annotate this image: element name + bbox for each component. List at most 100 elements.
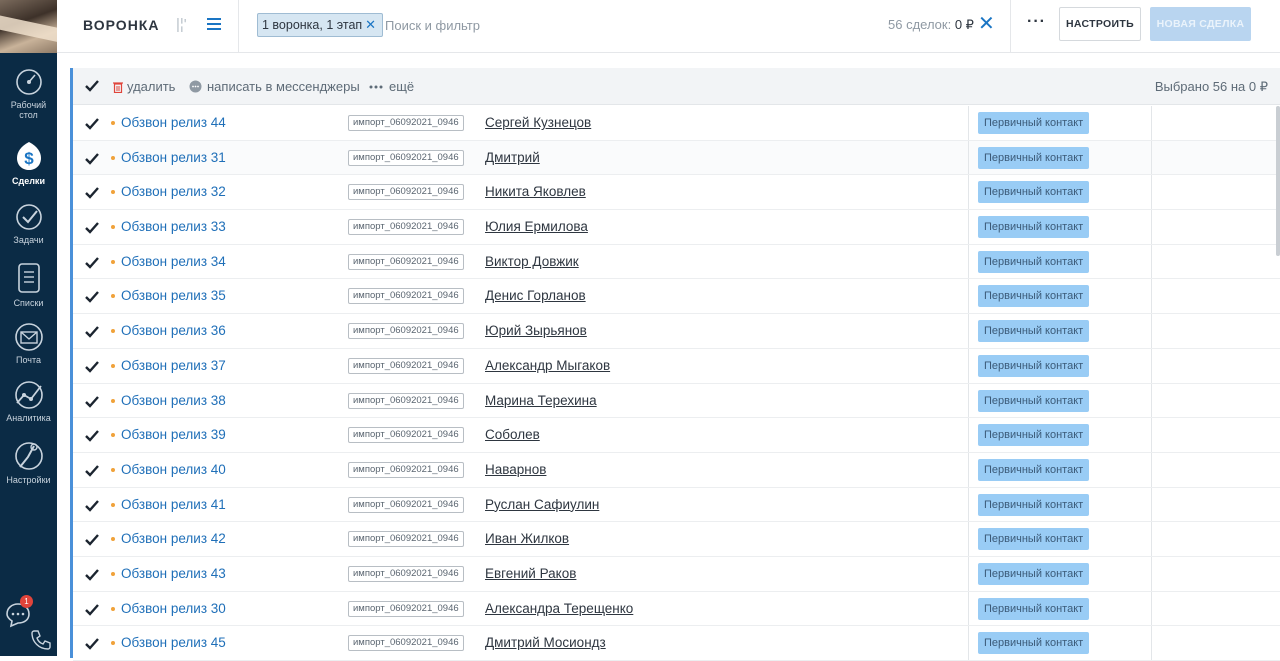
table-row[interactable]: Обзвон релиз 32 импорт_06092021_0946 Никит… bbox=[73, 175, 1280, 211]
deal-name-link[interactable]: Обзвон релиз 35 bbox=[121, 288, 226, 303]
contact-link[interactable]: Соболев bbox=[485, 427, 540, 442]
contact-link[interactable]: Юлия Ермилова bbox=[485, 219, 588, 234]
filter-chip[interactable]: 1 воронка, 1 этап ✕ bbox=[257, 13, 384, 37]
row-checkbox[interactable] bbox=[85, 603, 99, 622]
deal-name-link[interactable]: Обзвон релиз 39 bbox=[121, 427, 226, 442]
stage-badge[interactable]: Первичный контакт bbox=[978, 632, 1090, 655]
table-row[interactable]: Обзвон релиз 37 импорт_06092021_0946 Алекс… bbox=[73, 348, 1280, 384]
stage-badge[interactable]: Первичный контакт bbox=[978, 597, 1090, 620]
deal-name-link[interactable]: Обзвон релиз 30 bbox=[121, 601, 226, 616]
table-row[interactable]: Обзвон релиз 44 импорт_06092021_0946 Серге… bbox=[73, 106, 1280, 141]
deal-name-link[interactable]: Обзвон релиз 36 bbox=[121, 323, 226, 338]
new-deal-button[interactable]: НОВАЯ СДЕЛКА bbox=[1150, 7, 1251, 41]
stage-badge[interactable]: Первичный контакт bbox=[978, 216, 1090, 239]
deal-name-link[interactable]: Обзвон релиз 38 bbox=[121, 393, 226, 408]
row-checkbox[interactable] bbox=[85, 464, 99, 483]
row-checkbox[interactable] bbox=[85, 568, 99, 587]
stage-badge[interactable]: Первичный контакт bbox=[978, 181, 1090, 204]
deal-name-link[interactable]: Обзвон релиз 42 bbox=[121, 531, 226, 546]
table-row[interactable]: Обзвон релиз 33 импорт_06092021_0946 Юлия … bbox=[73, 210, 1280, 245]
import-tag[interactable]: импорт_06092021_0946 bbox=[348, 565, 464, 582]
row-checkbox[interactable] bbox=[85, 637, 99, 656]
row-checkbox[interactable] bbox=[85, 290, 99, 309]
stage-badge[interactable]: Первичный контакт bbox=[978, 528, 1090, 551]
clear-filter-icon[interactable]: ✕ bbox=[978, 13, 995, 35]
table-row[interactable]: Обзвон релиз 40 импорт_06092021_0946 Навар… bbox=[73, 452, 1280, 488]
stage-badge[interactable]: Первичный контакт bbox=[978, 354, 1090, 377]
import-tag[interactable]: импорт_06092021_0946 bbox=[348, 600, 464, 617]
import-tag[interactable]: импорт_06092021_0946 bbox=[348, 427, 464, 444]
row-checkbox[interactable] bbox=[85, 395, 99, 414]
import-tag[interactable]: импорт_06092021_0946 bbox=[348, 253, 464, 270]
import-tag[interactable]: импорт_06092021_0946 bbox=[348, 392, 464, 409]
deal-name-link[interactable]: Обзвон релиз 34 bbox=[121, 254, 226, 269]
contact-link[interactable]: Руслан Сафиулин bbox=[485, 497, 599, 512]
row-checkbox[interactable] bbox=[85, 533, 99, 552]
stage-badge[interactable]: Первичный контакт bbox=[978, 320, 1090, 343]
row-checkbox[interactable] bbox=[85, 117, 99, 136]
import-tag[interactable]: импорт_06092021_0946 bbox=[348, 357, 464, 374]
deal-name-link[interactable]: Обзвон релиз 40 bbox=[121, 462, 226, 477]
contact-link[interactable]: Иван Жилков bbox=[485, 531, 569, 546]
kanban-view-icon[interactable]: |¦' bbox=[176, 16, 187, 33]
select-all-checkbox[interactable] bbox=[85, 79, 99, 98]
contact-link[interactable]: Евгений Раков bbox=[485, 566, 576, 581]
list-view-icon[interactable] bbox=[206, 16, 222, 37]
import-tag[interactable]: импорт_06092021_0946 bbox=[348, 531, 464, 548]
deal-name-link[interactable]: Обзвон релиз 33 bbox=[121, 219, 226, 234]
contact-link[interactable]: Дмитрий bbox=[485, 150, 540, 165]
table-row[interactable]: Обзвон релиз 31 импорт_06092021_0946 Дмитр… bbox=[73, 140, 1280, 176]
table-row[interactable]: Обзвон релиз 42 импорт_06092021_0946 Иван … bbox=[73, 522, 1280, 557]
contact-link[interactable]: Никита Яковлев bbox=[485, 184, 586, 199]
table-row[interactable]: Обзвон релиз 34 импорт_06092021_0946 Викто… bbox=[73, 244, 1280, 280]
table-row[interactable]: Обзвон релиз 36 импорт_06092021_0946 Юрий … bbox=[73, 314, 1280, 349]
stage-badge[interactable]: Первичный контакт bbox=[978, 493, 1090, 516]
import-tag[interactable]: импорт_06092021_0946 bbox=[348, 219, 464, 236]
row-checkbox[interactable] bbox=[85, 256, 99, 275]
contact-link[interactable]: Юрий Зырьянов bbox=[485, 323, 587, 338]
more-actions-button[interactable]: ещё bbox=[369, 79, 414, 94]
table-row[interactable]: Обзвон релиз 38 импорт_06092021_0946 Марин… bbox=[73, 383, 1280, 419]
table-row[interactable]: Обзвон релиз 41 импорт_06092021_0946 Русла… bbox=[73, 487, 1280, 523]
table-row[interactable]: Обзвон релиз 43 импорт_06092021_0946 Евген… bbox=[73, 556, 1280, 592]
deal-name-link[interactable]: Обзвон релиз 41 bbox=[121, 497, 226, 512]
contact-link[interactable]: Виктор Довжик bbox=[485, 254, 579, 269]
delete-button[interactable]: удалить bbox=[113, 79, 175, 94]
import-tag[interactable]: импорт_06092021_0946 bbox=[348, 184, 464, 201]
row-checkbox[interactable] bbox=[85, 499, 99, 518]
stage-badge[interactable]: Первичный контакт bbox=[978, 146, 1090, 169]
phone-button[interactable] bbox=[29, 628, 53, 657]
contact-link[interactable]: Дмитрий Мосиондз bbox=[485, 635, 606, 650]
stage-badge[interactable]: Первичный контакт bbox=[978, 389, 1090, 412]
import-tag[interactable]: импорт_06092021_0946 bbox=[348, 496, 464, 513]
close-icon[interactable]: ✕ bbox=[365, 14, 376, 36]
stage-badge[interactable]: Первичный контакт bbox=[978, 112, 1090, 134]
import-tag[interactable]: импорт_06092021_0946 bbox=[348, 115, 464, 131]
nav-lists[interactable]: Списки bbox=[0, 262, 57, 308]
contact-link[interactable]: Александра Терещенко bbox=[485, 601, 633, 616]
deal-name-link[interactable]: Обзвон релиз 44 bbox=[121, 115, 226, 130]
contact-link[interactable]: Денис Горланов bbox=[485, 288, 586, 303]
stage-badge[interactable]: Первичный контакт bbox=[978, 562, 1090, 585]
stage-badge[interactable]: Первичный контакт bbox=[978, 285, 1090, 308]
table-row[interactable]: Обзвон релиз 35 импорт_06092021_0946 Денис… bbox=[73, 279, 1280, 315]
more-options-icon[interactable]: ··· bbox=[1027, 13, 1046, 31]
deal-name-link[interactable]: Обзвон релиз 31 bbox=[121, 150, 226, 165]
search-input[interactable] bbox=[385, 14, 785, 36]
row-checkbox[interactable] bbox=[85, 360, 99, 379]
nav-analytics[interactable]: Аналитика bbox=[0, 381, 57, 423]
row-checkbox[interactable] bbox=[85, 325, 99, 344]
contact-link[interactable]: Александр Мыгаков bbox=[485, 358, 610, 373]
import-tag[interactable]: импорт_06092021_0946 bbox=[348, 323, 464, 340]
nav-deals[interactable]: $ Сделки bbox=[0, 140, 57, 186]
import-tag[interactable]: импорт_06092021_0946 bbox=[348, 149, 464, 166]
table-row[interactable]: Обзвон релиз 39 импорт_06092021_0946 Собол… bbox=[73, 418, 1280, 453]
contact-link[interactable]: Наварнов bbox=[485, 462, 546, 477]
nav-settings[interactable]: Настройки bbox=[0, 441, 57, 485]
row-checkbox[interactable] bbox=[85, 152, 99, 171]
deal-name-link[interactable]: Обзвон релиз 32 bbox=[121, 184, 226, 199]
import-tag[interactable]: импорт_06092021_0946 bbox=[348, 461, 464, 478]
deal-name-link[interactable]: Обзвон релиз 43 bbox=[121, 566, 226, 581]
import-tag[interactable]: импорт_06092021_0946 bbox=[348, 288, 464, 305]
nav-dashboard[interactable]: Рабочий стол bbox=[0, 68, 57, 120]
